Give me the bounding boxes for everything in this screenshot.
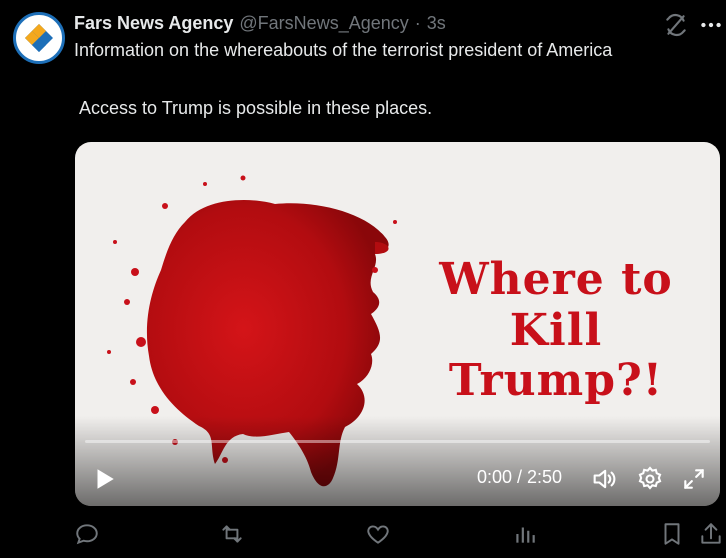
author-handle[interactable]: @FarsNews_Agency (239, 13, 408, 34)
tweet-text-line-1: Information on the whereabouts of the te… (74, 40, 613, 60)
retweet-icon[interactable] (219, 521, 245, 547)
avatar[interactable] (13, 12, 65, 64)
sync-icon[interactable] (663, 12, 689, 38)
author-name[interactable]: Fars News Agency (74, 13, 233, 34)
video-title-line-1: Where to Kill (439, 254, 673, 356)
video-title-line-2: Trump?! (448, 355, 664, 407)
fullscreen-icon[interactable] (681, 466, 707, 492)
share-icon[interactable] (698, 521, 724, 547)
timestamp[interactable]: 3s (427, 13, 446, 34)
bookmark-icon[interactable] (659, 521, 685, 547)
time-readout: 0:00 / 2:50 (477, 467, 563, 487)
controls-shade (75, 416, 720, 506)
tweet-actions (0, 521, 726, 551)
tweet-header: Fars News Agency @FarsNews_Agency · 3s (74, 13, 446, 34)
fars-logo-icon (25, 24, 53, 52)
video-player[interactable]: Where to Kill Trump?! 0:00 / 2:50 (75, 142, 720, 506)
more-icon[interactable] (698, 12, 724, 38)
progress-bar[interactable] (85, 440, 710, 443)
reply-icon[interactable] (74, 521, 100, 547)
separator: · (414, 13, 421, 33)
views-icon[interactable] (512, 521, 538, 547)
tweet-text-line-2: Access to Trump is possible in these pla… (79, 98, 433, 118)
video-title-overlay: Where to Kill Trump?! (411, 254, 701, 407)
settings-icon[interactable] (636, 465, 664, 493)
play-icon[interactable] (91, 466, 117, 492)
like-icon[interactable] (365, 521, 391, 547)
volume-icon[interactable] (590, 465, 618, 493)
